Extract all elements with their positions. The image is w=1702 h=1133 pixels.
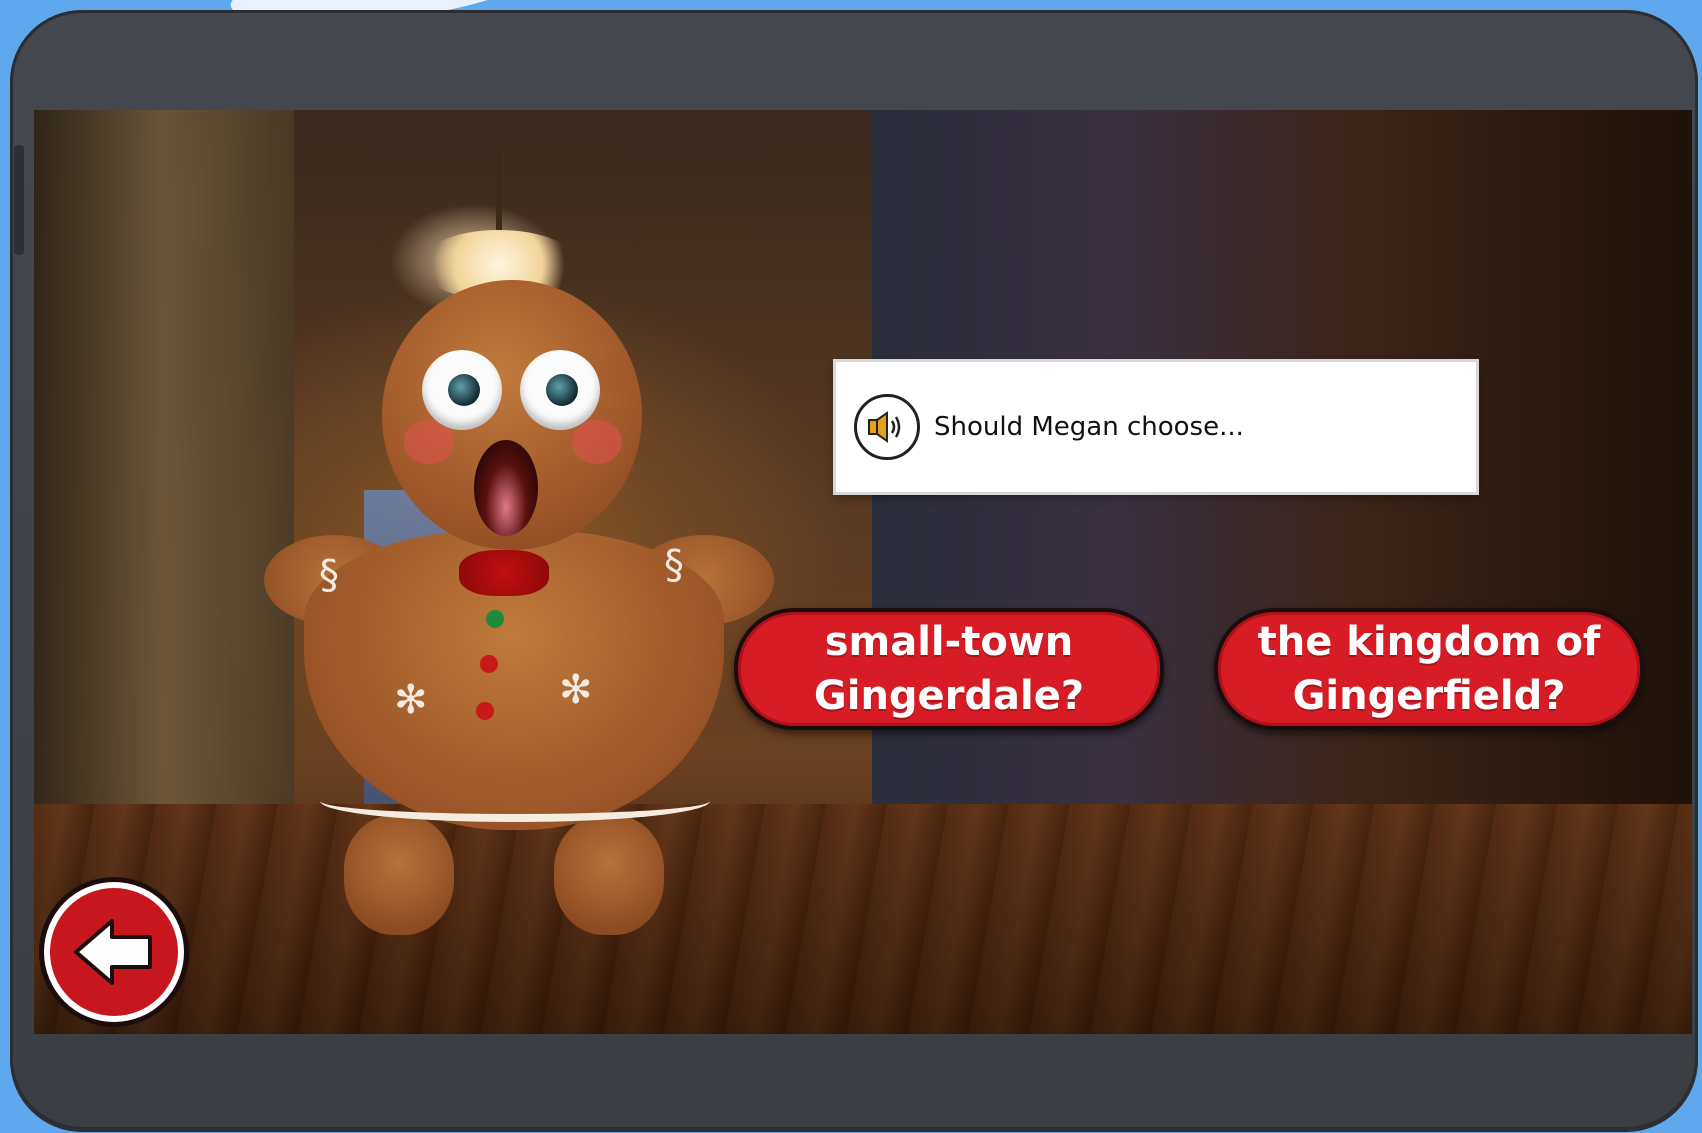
choice-label: small-town Gingerdale? (813, 619, 1085, 719)
gingerbread-leg-left (344, 815, 454, 935)
gingerbread-cheek (572, 420, 622, 464)
gingerbread-icing-swirl: § (664, 542, 684, 588)
gingerbread-eye (422, 350, 502, 430)
tablet-frame: ✻ ✻ § § (10, 10, 1698, 1130)
prompt-box: Should Megan choose... (836, 362, 1476, 492)
choice-button-gingerfield[interactable]: the kingdom of Gingerfield? (1214, 608, 1644, 730)
gingerbread-head (382, 280, 642, 550)
gingerbread-eye (520, 350, 600, 430)
prompt-text: Should Megan choose... (934, 412, 1244, 442)
gingerbread-character: ✻ ✻ § § (264, 270, 784, 935)
gingerbread-button-green (486, 610, 504, 628)
scene-chandelier-rod (496, 150, 502, 240)
gingerbread-button-red (476, 702, 494, 720)
arrow-left-icon (74, 919, 152, 985)
tablet-side-button (14, 145, 24, 255)
gingerbread-pupil (546, 374, 578, 406)
choice-label: the kingdom of Gingerfield? (1257, 619, 1601, 719)
gingerbread-leg-right (554, 815, 664, 935)
speaker-button[interactable] (854, 394, 920, 460)
gingerbread-snowflake: ✻ (394, 677, 428, 723)
gingerbread-icing-swirl: § (319, 552, 339, 598)
gingerbread-snowflake: ✻ (559, 667, 593, 713)
gingerbread-icing-hem (320, 780, 710, 822)
back-button[interactable] (44, 882, 184, 1022)
choice-button-gingerdale[interactable]: small-town Gingerdale? (734, 608, 1164, 730)
gingerbread-bow (459, 550, 549, 596)
gingerbread-button-red (480, 655, 498, 673)
speaker-icon (868, 411, 901, 443)
scene-screen: ✻ ✻ § § (34, 110, 1692, 1034)
gingerbread-mouth (474, 440, 538, 536)
gingerbread-pupil (448, 374, 480, 406)
